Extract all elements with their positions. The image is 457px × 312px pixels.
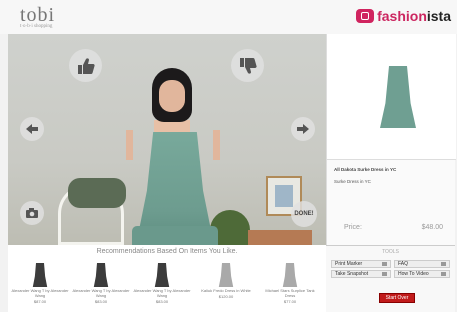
product-panel: All Dakota Surke Dress in YC Surke Dress…	[326, 34, 456, 245]
price-label: Price:	[344, 224, 362, 231]
person-face	[159, 80, 185, 112]
thumbs-down-icon	[239, 57, 257, 74]
dress-frill	[132, 226, 218, 245]
recommendation-item[interactable]: Kaliuk Fredo Dress in White $120.00	[196, 261, 256, 311]
camera-icon	[26, 208, 38, 218]
recommendation-name: Alexander Wang T by Alexander Wang	[133, 288, 191, 298]
tools-panel: TOOLS Print Marker FAQ Take Snapshot How…	[326, 245, 455, 312]
product-photo[interactable]	[327, 34, 456, 160]
product-dress-image	[380, 66, 416, 128]
previous-button[interactable]	[20, 117, 44, 141]
help-icon	[441, 262, 446, 266]
printer-icon	[382, 262, 387, 266]
product-name: All Dakota Surke Dress in YC	[334, 167, 397, 172]
dislike-button[interactable]	[231, 49, 264, 82]
recommendation-image	[32, 263, 48, 287]
done-button[interactable]: DONE!	[291, 201, 317, 227]
recommendation-item[interactable]: Michael Stars Surplice Tank Dress $77.00	[260, 261, 320, 311]
thumbs-up-icon	[77, 57, 95, 74]
recommendations-title: Recommendations Based On Items You Like.	[96, 248, 238, 255]
recommendation-name: Alexander Wang T by Alexander Wang	[11, 288, 69, 298]
partner-name: fashionista	[377, 8, 451, 24]
recommendations: Recommendations Based On Items You Like.…	[8, 245, 326, 312]
drawer	[248, 230, 312, 245]
faq-label: FAQ	[398, 261, 409, 267]
how-to-video-button[interactable]: How To Video	[394, 270, 450, 278]
print-marker-label: Print Marker	[335, 261, 363, 267]
recommendation-price: $77.00	[283, 298, 297, 304]
recommendation-name: Michael Stars Surplice Tank Dress	[265, 288, 315, 298]
recommendation-price: $120.00	[218, 293, 234, 299]
recommendation-image	[93, 263, 109, 287]
arrow-left-icon	[26, 124, 38, 134]
fashionista-icon	[356, 9, 375, 23]
recommendation-item[interactable]: Alexander Wang T by Alexander Wang $87.0…	[10, 261, 70, 311]
recommendation-image	[218, 263, 234, 287]
header: tobi t·o·b·i shopping fashionista	[0, 0, 457, 34]
recommendation-image	[154, 263, 170, 287]
start-over-button[interactable]: Start Over	[379, 293, 415, 303]
product-description: Surke Dress in YC	[334, 179, 371, 184]
fashionista-logo: fashionista	[356, 8, 451, 24]
recommendation-price: $83.00	[155, 298, 169, 304]
recommendation-item[interactable]: Alexander Wang T by Alexander Wang $83.0…	[132, 261, 192, 311]
logo-tagline: t·o·b·i shopping	[20, 24, 53, 29]
how-to-video-label: How To Video	[398, 271, 429, 277]
camera-icon	[382, 272, 387, 276]
recommendation-price: $83.00	[94, 298, 108, 304]
take-snapshot-label: Take Snapshot	[335, 271, 369, 277]
video-icon	[441, 272, 446, 276]
recommendation-price: $87.00	[33, 298, 47, 304]
chair-cloth	[68, 178, 126, 208]
recommendation-name: Alexander Wang T by Alexander Wang	[72, 288, 130, 298]
tools-title: TOOLS	[382, 249, 399, 255]
webcam-view: DONE!	[8, 34, 326, 245]
snapshot-button[interactable]	[20, 201, 44, 225]
take-snapshot-button[interactable]: Take Snapshot	[331, 270, 391, 278]
recommendation-item[interactable]: Alexander Wang T by Alexander Wang $83.0…	[71, 261, 131, 311]
next-button[interactable]	[291, 117, 315, 141]
print-marker-button[interactable]: Print Marker	[331, 260, 391, 268]
faq-button[interactable]: FAQ	[394, 260, 450, 268]
arrow-right-icon	[297, 124, 309, 134]
like-button[interactable]	[69, 49, 102, 82]
price-value: $48.00	[421, 224, 443, 231]
recommendation-image	[282, 263, 298, 287]
